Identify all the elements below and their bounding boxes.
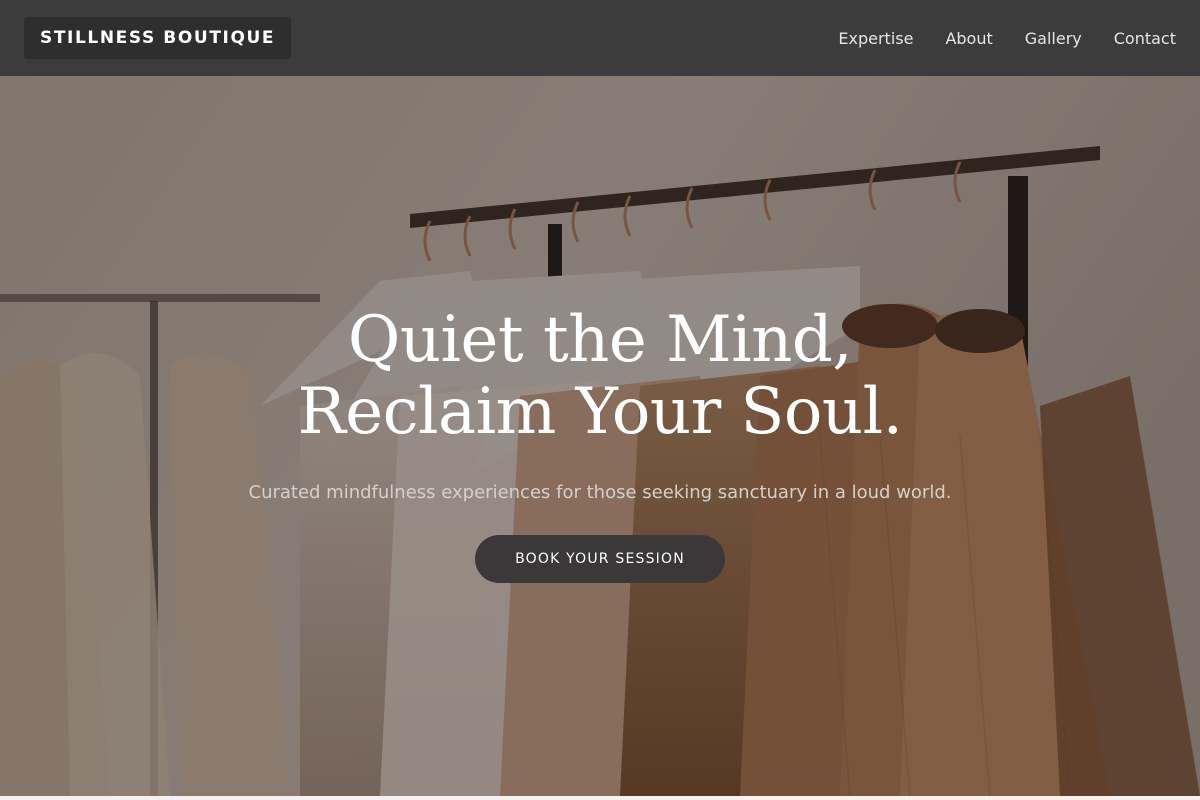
hero-title: Quiet the Mind, Reclaim Your Soul. <box>0 304 1200 448</box>
hero-title-line-1: Quiet the Mind, <box>347 303 853 377</box>
brand-logo[interactable]: STILLNESS BOUTIQUE <box>24 17 292 59</box>
site-header: STILLNESS BOUTIQUE Expertise About Galle… <box>0 0 1200 76</box>
hero-subtitle: Curated mindfulness experiences for thos… <box>248 482 952 503</box>
page-bottom-edge <box>0 796 1200 800</box>
hero-content: Quiet the Mind, Reclaim Your Soul. Curat… <box>0 304 1200 583</box>
nav-link-about[interactable]: About <box>945 29 992 48</box>
hero-section: Quiet the Mind, Reclaim Your Soul. Curat… <box>0 76 1200 796</box>
nav-link-expertise[interactable]: Expertise <box>838 29 913 48</box>
nav-link-contact[interactable]: Contact <box>1114 29 1176 48</box>
hero-title-line-2: Reclaim Your Soul. <box>297 375 903 449</box>
nav-link-gallery[interactable]: Gallery <box>1025 29 1082 48</box>
book-session-button[interactable]: BOOK YOUR SESSION <box>475 535 725 583</box>
main-nav: Expertise About Gallery Contact <box>838 29 1176 48</box>
